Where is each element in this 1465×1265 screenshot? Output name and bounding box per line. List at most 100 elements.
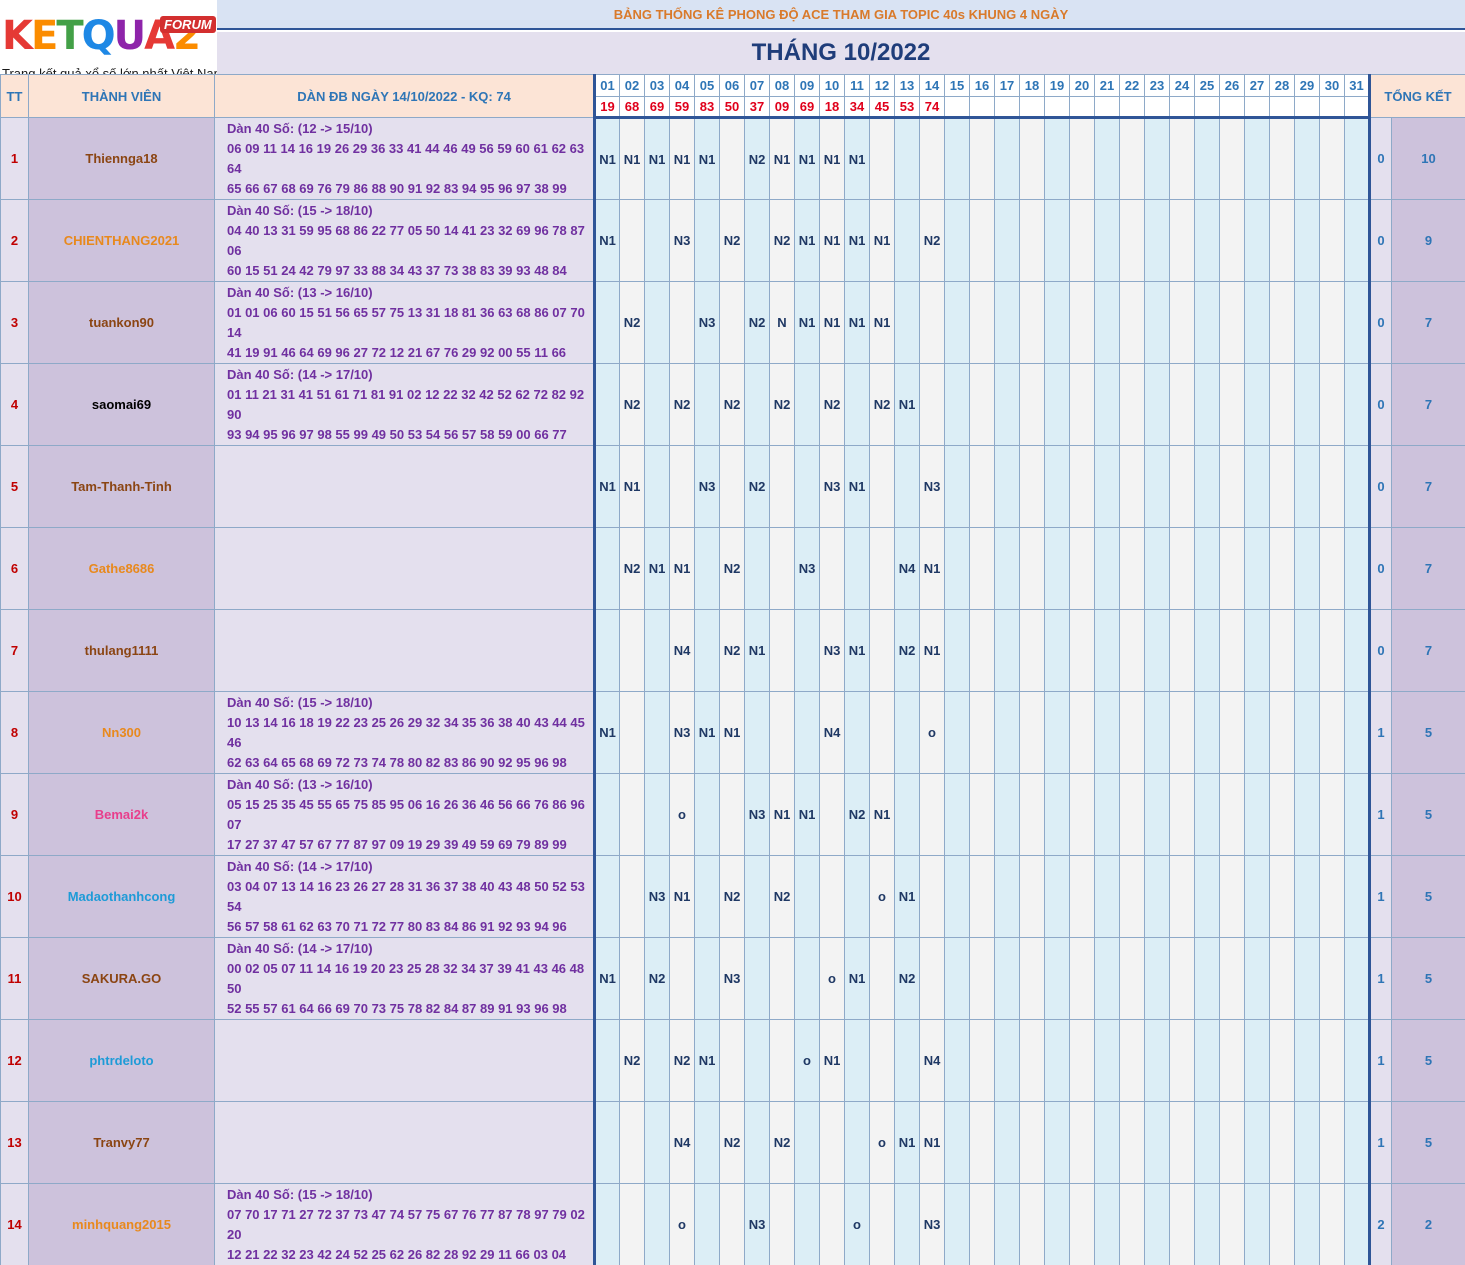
day-cell [619, 691, 645, 774]
day-cell [1069, 527, 1095, 610]
day-cell [744, 1101, 770, 1184]
day-cell [869, 117, 895, 200]
day-cell [1269, 527, 1295, 610]
day-cell [1119, 117, 1145, 200]
dan-line2: 12 21 22 32 23 42 24 52 25 62 26 82 28 9… [227, 1246, 567, 1262]
member-name[interactable]: minhquang2015 [28, 1183, 215, 1265]
day-cell [1119, 773, 1145, 856]
day-cell [619, 1183, 645, 1265]
day-cell [1169, 1019, 1195, 1102]
table-row: 2 CHIENTHANG2021 Dàn 40 Số: (15 -> 18/10) 0… [0, 199, 1465, 282]
day-cell [1069, 773, 1095, 856]
dan-line2: 60 15 51 24 42 79 97 33 88 34 43 37 73 3… [227, 262, 567, 278]
day-result [1119, 96, 1145, 119]
day-cell: N2 [619, 1019, 645, 1102]
day-cell [1094, 1183, 1120, 1265]
day-cell [1319, 609, 1345, 692]
day-cell: N3 [719, 937, 745, 1020]
day-cell [1344, 1183, 1370, 1265]
day-cell [593, 1101, 620, 1184]
day-cell [1044, 363, 1070, 446]
day-cell [719, 281, 745, 364]
member-name[interactable]: thulang1111 [28, 609, 215, 692]
day-cell [919, 281, 945, 364]
day-cell [1094, 363, 1120, 446]
day-cell: N [769, 281, 795, 364]
day-header: 30 [1319, 74, 1345, 97]
day-cell [1119, 1019, 1145, 1102]
dan-numbers: Dàn 40 Số: (14 -> 17/10) 00 02 05 07 11 1… [214, 937, 595, 1020]
day-cell: N1 [794, 199, 820, 282]
day-cell [1119, 281, 1145, 364]
day-cell [1169, 199, 1195, 282]
member-name[interactable]: Thiennga18 [28, 117, 215, 200]
day-result [1194, 96, 1220, 119]
member-name[interactable]: SAKURA.GO [28, 937, 215, 1020]
day-cell [1319, 1101, 1345, 1184]
dan-title: Dàn 40 Số: (13 -> 16/10) [227, 776, 373, 792]
day-cell [669, 445, 695, 528]
day-cell [969, 937, 995, 1020]
day-cell: N2 [769, 363, 795, 446]
day-cell: N1 [919, 527, 945, 610]
day-cell [1194, 937, 1220, 1020]
day-cell: N3 [919, 445, 945, 528]
member-name[interactable]: Bemai2k [28, 773, 215, 856]
day-cell [1144, 1019, 1170, 1102]
day-cell [619, 609, 645, 692]
day-cell: N1 [593, 445, 620, 528]
day-cell: o [869, 1101, 895, 1184]
day-cell [1019, 117, 1045, 200]
member-name[interactable]: phtrdeloto [28, 1019, 215, 1102]
day-cell: N1 [869, 773, 895, 856]
day-cell: N1 [844, 445, 870, 528]
row-number: 5 [0, 445, 29, 528]
day-cell: N2 [894, 609, 920, 692]
member-name[interactable]: Tranvy77 [28, 1101, 215, 1184]
day-result: 19 [593, 96, 620, 119]
dan-line2: 65 66 67 68 69 76 79 86 88 90 91 92 83 9… [227, 180, 567, 196]
day-cell [794, 855, 820, 938]
logo-forum-badge: FORUM [160, 16, 216, 33]
member-name[interactable]: tuankon90 [28, 281, 215, 364]
day-cell [1194, 281, 1220, 364]
day-cell: N2 [769, 855, 795, 938]
day-cell [1094, 199, 1120, 282]
day-cell [1269, 363, 1295, 446]
dan-line1: 05 15 25 35 45 55 65 75 85 95 06 16 26 3… [227, 796, 585, 832]
day-header: 13 [894, 74, 920, 97]
day-cell [1119, 609, 1145, 692]
day-header: 24 [1169, 74, 1195, 97]
day-cell: N3 [694, 281, 720, 364]
day-cell [644, 773, 670, 856]
day-header: 02 [619, 74, 645, 97]
dan-line1: 01 11 21 31 41 51 61 71 81 91 02 12 22 3… [227, 386, 585, 422]
day-cell: N1 [844, 937, 870, 1020]
member-name[interactable]: CHIENTHANG2021 [28, 199, 215, 282]
member-name[interactable]: saomai69 [28, 363, 215, 446]
day-cell [1294, 281, 1320, 364]
member-name[interactable]: Madaothanhcong [28, 855, 215, 938]
day-cell [1194, 1183, 1220, 1265]
member-name[interactable]: Nn300 [28, 691, 215, 774]
member-name[interactable]: Gathe8686 [28, 527, 215, 610]
day-cell [619, 199, 645, 282]
month-title: THÁNG 10/2022 [217, 32, 1465, 74]
day-cell: N1 [669, 855, 695, 938]
dan-line1: 00 02 05 07 11 14 16 19 20 23 25 28 32 3… [227, 960, 585, 996]
day-cell [1094, 609, 1120, 692]
day-cell [1244, 691, 1270, 774]
day-cell: N1 [593, 937, 620, 1020]
day-cell [1269, 691, 1295, 774]
day-cell [644, 363, 670, 446]
day-cell [1169, 691, 1195, 774]
day-cell: N4 [669, 1101, 695, 1184]
day-cell [1319, 855, 1345, 938]
day-cell [1019, 773, 1045, 856]
day-cell: N2 [719, 527, 745, 610]
day-cell [819, 527, 845, 610]
day-cell [1219, 937, 1245, 1020]
day-cell [1019, 445, 1045, 528]
member-name[interactable]: Tam-Thanh-Tinh [28, 445, 215, 528]
ketqua2-forum-logo[interactable]: KETQUA2 FORUM Trang kết quả xổ số lớn nh… [0, 0, 217, 84]
